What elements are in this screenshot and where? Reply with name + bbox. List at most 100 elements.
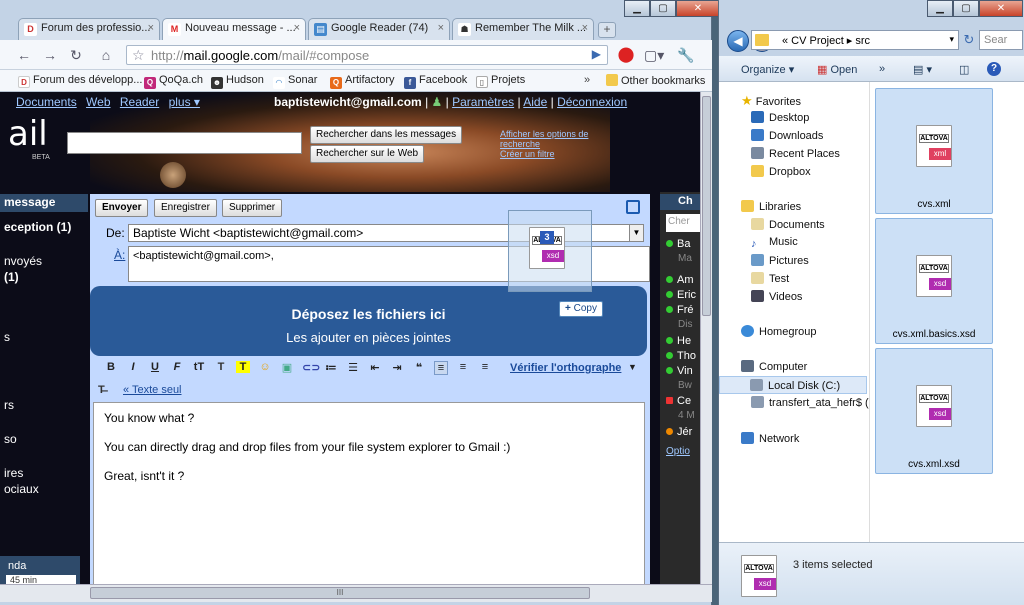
nav-desktop[interactable]: Desktop <box>751 111 809 124</box>
create-filter-link[interactable]: Créer un filtre <box>500 149 588 159</box>
popout-icon[interactable] <box>626 200 640 214</box>
settings-link[interactable]: Paramètres <box>452 95 514 109</box>
tab-close-icon[interactable]: × <box>438 22 444 34</box>
nav-test[interactable]: Test <box>751 272 789 285</box>
nav-downloads[interactable]: Downloads <box>751 129 823 142</box>
save-draft-button[interactable]: Enregistrer <box>154 199 217 217</box>
bold-icon[interactable]: B <box>104 361 118 373</box>
hscroll-thumb[interactable]: III <box>90 587 590 599</box>
show-search-options-link-2[interactable]: recherche <box>500 139 588 149</box>
nav-documents[interactable]: Documents <box>751 218 825 231</box>
file-item[interactable]: ALTOVA xsd cvs.xml.basics.xsd <box>875 218 993 344</box>
mail-search-input[interactable] <box>67 132 302 154</box>
nav-local-disk[interactable]: Local Disk (C:) <box>719 376 867 394</box>
nav-network-drive[interactable]: transfert_ata_hefr$ ( <box>751 396 869 409</box>
chat-search-input[interactable]: Cher <box>666 214 700 232</box>
nav-pictures[interactable]: Pictures <box>751 254 809 267</box>
align-center-icon[interactable]: ≡ <box>456 361 470 373</box>
message-body[interactable]: You know what ? You can directly drag an… <box>93 402 645 592</box>
nav-more[interactable]: plus ▾ <box>169 95 200 109</box>
file-item[interactable]: ALTOVA xsd cvs.xml.xsd <box>875 348 993 474</box>
labs-icon[interactable]: ♟ <box>432 95 443 109</box>
plain-text-link[interactable]: « Texte seul <box>123 384 182 396</box>
vertical-scrollbar[interactable] <box>700 92 712 584</box>
maximize-button[interactable]: ▢ <box>953 0 979 17</box>
align-left-icon[interactable]: ≡ <box>434 361 448 375</box>
nav-computer[interactable]: Computer <box>741 360 807 373</box>
chat-options-link[interactable]: Optio <box>666 446 690 457</box>
highlight-icon[interactable]: T <box>236 361 250 373</box>
nav-network[interactable]: Network <box>741 432 799 445</box>
sent-link[interactable]: nvoyés <box>4 254 42 268</box>
underline-icon[interactable]: U <box>148 361 162 373</box>
open-button[interactable]: ▦ Open <box>817 63 857 76</box>
back-icon[interactable]: ◀ <box>727 30 749 52</box>
bookmark-hudson[interactable]: ☻ Hudson <box>211 74 264 89</box>
font-size-icon[interactable]: tT <box>192 361 206 373</box>
bookmark-artifactory[interactable]: Q Artifactory <box>330 74 395 89</box>
bookmarks-more[interactable]: » <box>584 74 590 86</box>
chat-contact[interactable]: Fré <box>666 304 700 316</box>
star-icon[interactable]: ☆ <box>132 47 145 64</box>
bookmark-forum[interactable]: D Forum des développ... <box>18 74 142 88</box>
gmail-logo[interactable]: ail <box>8 114 48 154</box>
numbered-list-icon[interactable]: ≔ <box>324 361 338 374</box>
chat-contact[interactable]: Jér <box>666 426 700 438</box>
bookmark-facebook[interactable]: f Facebook <box>404 74 467 89</box>
other-bookmarks[interactable]: Other bookmarks <box>606 74 705 87</box>
tab-reader[interactable]: ▤ Google Reader (74) × <box>308 18 450 40</box>
attachment-dropzone[interactable]: Déposez les fichiers ici Les ajouter en … <box>90 286 647 356</box>
remove-format-icon[interactable]: T̶ <box>98 384 105 396</box>
search-mail-button[interactable]: Rechercher dans les messages <box>310 126 463 144</box>
refresh-icon[interactable]: ↻ <box>961 32 977 48</box>
help-icon[interactable]: ? <box>987 62 1001 76</box>
wrench-icon[interactable]: 🔧 <box>676 46 696 64</box>
tab-gmail[interactable]: M Nouveau message - ... × <box>162 18 306 40</box>
new-tab-button[interactable]: + <box>598 22 616 38</box>
chat-contact[interactable]: Am <box>666 274 700 286</box>
bookmark-qoqa[interactable]: Q QoQa.ch <box>144 74 203 89</box>
address-bar[interactable]: « CV Project ▸ src ▾ <box>751 30 959 50</box>
spellcheck-link[interactable]: Vérifier l'orthographe <box>510 362 621 374</box>
nav-documents[interactable]: Documents <box>16 95 77 109</box>
bookmark-sonar[interactable]: ◠ Sonar <box>273 74 317 89</box>
image-icon[interactable]: ▣ <box>280 361 294 374</box>
close-button[interactable]: ✕ <box>676 0 720 17</box>
indent-icon[interactable]: ⇥ <box>390 361 404 374</box>
show-search-options-link[interactable]: Afficher les options de <box>500 129 588 139</box>
logout-link[interactable]: Déconnexion <box>557 95 627 109</box>
chat-contact[interactable]: Eric <box>666 289 700 301</box>
bullet-list-icon[interactable]: ☰ <box>346 361 360 374</box>
font-icon[interactable]: F <box>170 361 184 373</box>
close-button[interactable]: ✕ <box>979 0 1023 17</box>
views-icon[interactable]: ▤ ▾ <box>913 63 932 76</box>
send-button[interactable]: Envoyer <box>95 199 149 217</box>
inbox-link[interactable]: eception (1) <box>4 220 71 234</box>
nav-homegroup[interactable]: Homegroup <box>741 325 816 338</box>
text-color-icon[interactable]: T <box>214 361 228 373</box>
search-web-button[interactable]: Rechercher sur le Web <box>310 145 425 163</box>
chat-contact[interactable]: Tho <box>666 350 700 362</box>
nav-music[interactable]: ♪ Music <box>751 236 798 250</box>
url-input[interactable]: ☆ http://mail.google.com/mail/#compose ▶ <box>126 45 608 65</box>
chat-contact[interactable]: Vin <box>666 365 700 377</box>
bookmark-projets[interactable]: ▯ Projets <box>476 74 525 88</box>
tab-close-icon[interactable]: × <box>148 22 154 34</box>
chevron-down-icon[interactable]: ▼ <box>629 225 643 241</box>
align-right-icon[interactable]: ≡ <box>478 361 492 373</box>
nav-reader[interactable]: Reader <box>120 95 159 109</box>
chat-contact[interactable]: He <box>666 335 700 347</box>
chevron-down-icon[interactable]: ▾ <box>949 34 954 45</box>
drafts-count[interactable]: (1) <box>4 270 19 284</box>
outdent-icon[interactable]: ⇤ <box>368 361 382 374</box>
nav-item-s[interactable]: s <box>4 330 10 344</box>
link-icon[interactable]: ⊂⊃ <box>302 361 320 374</box>
nav-item-ires[interactable]: ires <box>4 466 23 480</box>
search-input[interactable]: Sear <box>979 30 1023 50</box>
scroll-thumb[interactable] <box>702 96 711 316</box>
more-commands-button[interactable]: » <box>879 63 885 75</box>
chat-contact[interactable]: Ce <box>666 395 700 407</box>
nav-dropbox[interactable]: Dropbox <box>751 165 811 178</box>
chat-header[interactable]: Ch <box>660 194 700 210</box>
discard-button[interactable]: Supprimer <box>222 199 283 217</box>
